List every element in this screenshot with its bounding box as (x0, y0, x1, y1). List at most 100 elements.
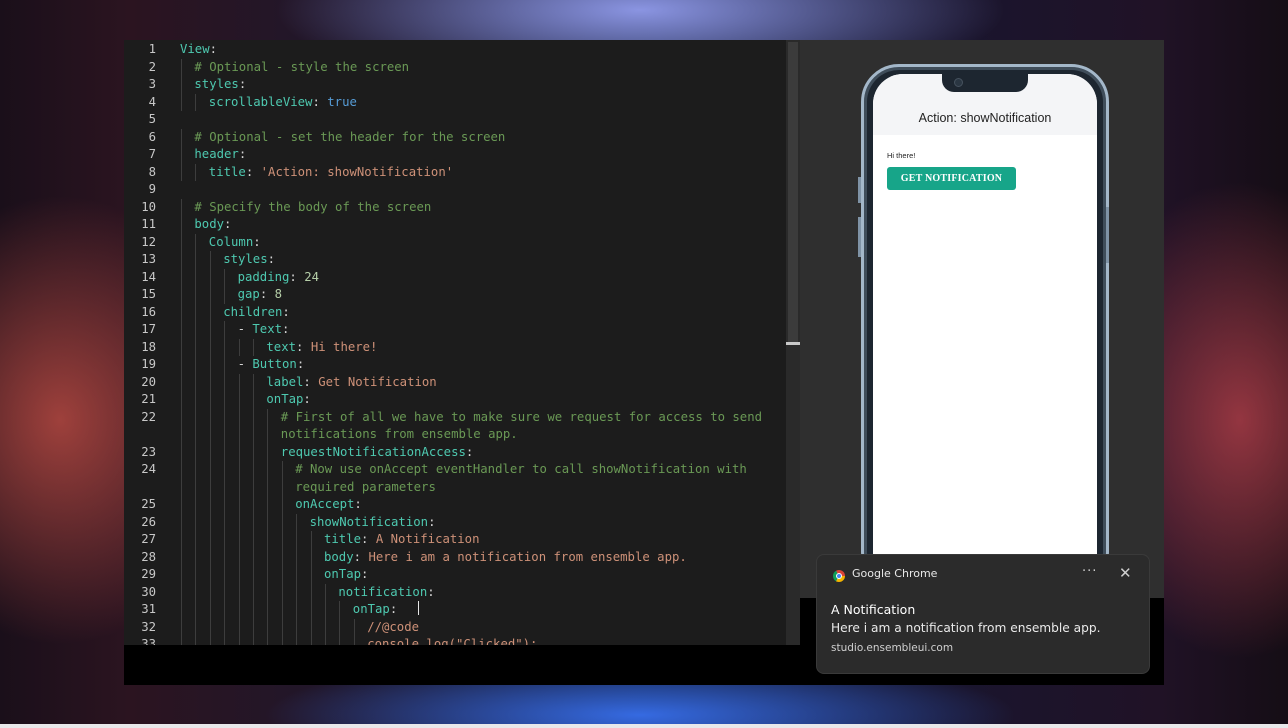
code-line[interactable]: 9 (124, 181, 786, 199)
code-line[interactable]: 22 # First of all we have to make sure we… (124, 408, 786, 427)
scrollbar-position-marker (786, 342, 800, 345)
code-token: : (259, 287, 275, 301)
indent-guide (195, 321, 197, 339)
code-line[interactable]: required parameters (124, 478, 786, 496)
code-line[interactable]: 27 title: A Notification (124, 531, 786, 549)
indent-guide (253, 391, 254, 409)
notification-app-name: Google Chrome (852, 567, 938, 580)
indent-guide (224, 268, 226, 286)
code-token: : (282, 304, 290, 319)
code-line[interactable]: 6 # Optional - set the header for the scr… (124, 128, 786, 146)
code-token: 24 (304, 269, 320, 284)
indent-guide (296, 548, 298, 566)
code-line[interactable]: 18 text: Hi there! (124, 338, 786, 356)
code-line[interactable]: 29 onTap: (124, 566, 786, 584)
code-token: : (303, 392, 311, 406)
code-token: : (296, 339, 311, 354)
code-token: : (224, 217, 232, 231)
code-text: notifications from ensemble app. (281, 426, 518, 444)
code-line[interactable]: 17 - Text: (124, 321, 786, 339)
code-line[interactable]: 11 body: (124, 216, 786, 234)
indent-guide (224, 618, 226, 636)
line-number: 1 (148, 42, 156, 56)
code-token: : (282, 322, 290, 336)
indent-guide (238, 531, 240, 549)
code-line[interactable]: 5 (124, 111, 786, 129)
code-token: : (289, 269, 305, 284)
code-line[interactable]: 19 - Button: (124, 356, 786, 374)
indent-guide (209, 636, 211, 645)
code-line[interactable]: 12 Column: (124, 233, 786, 251)
indent-guide (238, 443, 240, 461)
code-line[interactable]: 14 padding: 24 (124, 268, 786, 286)
code-line[interactable]: 15 gap: 8 (124, 286, 786, 304)
code-line[interactable]: 2 # Optional - style the screen (124, 58, 786, 76)
code-text: # First of all we have to make sure we r… (281, 409, 762, 427)
text-cursor (418, 601, 420, 615)
code-text: console.log("Clicked"); (367, 636, 537, 645)
code-line[interactable]: 23 requestNotificationAccess: (124, 443, 786, 461)
code-line[interactable]: 7 header: (124, 146, 786, 164)
indent-guide (296, 601, 298, 619)
code-token: Column (208, 234, 254, 249)
more-options-icon[interactable]: ··· (1082, 564, 1097, 579)
indent-guide (195, 618, 197, 636)
code-line[interactable]: 3 styles: (124, 76, 786, 94)
indent-guide (267, 408, 269, 426)
code-token: //@code (367, 619, 420, 634)
line-number: 13 (141, 252, 156, 266)
code-line[interactable]: notifications from ensemble app. (124, 426, 786, 444)
code-editor[interactable]: 1 View: 2 # Optional - style the screen 3 sty… (124, 40, 800, 645)
code-line[interactable]: 25 onAccept: (124, 496, 786, 514)
line-number: 33 (141, 637, 156, 645)
indent-guide (267, 531, 269, 549)
code-line[interactable]: 4 scrollableView: true (124, 93, 786, 111)
code-line[interactable]: 1 View: (124, 41, 786, 59)
code-line[interactable]: 13 styles: (124, 251, 786, 269)
code-token: Text (252, 322, 283, 336)
code-token: Hi there! (310, 339, 378, 354)
indent-guide (209, 566, 211, 584)
scrollbar-thumb[interactable] (788, 42, 798, 342)
code-line[interactable]: 20 label: Get Notification (124, 373, 786, 391)
code-token: : (238, 147, 247, 161)
notification-toast[interactable]: Google Chrome ··· ✕ A Notification Here … (816, 554, 1150, 674)
indent-guide (181, 373, 182, 391)
code-line[interactable]: 32 //@code (124, 618, 786, 636)
code-line[interactable]: 24 # Now use onAccept eventHandler to cal… (124, 461, 786, 479)
indent-guide (281, 478, 283, 496)
indent-guide (209, 478, 211, 496)
indent-guide (209, 373, 211, 391)
editor-scrollbar[interactable] (786, 40, 800, 645)
line-number: 14 (141, 269, 156, 284)
indent-guide (253, 618, 254, 636)
indent-guide (195, 251, 197, 269)
code-text: showNotification: (310, 514, 436, 532)
code-text: - Button: (238, 356, 305, 374)
code-line[interactable]: 31 onTap: (124, 601, 786, 619)
code-line[interactable]: 8 title: 'Action: showNotification' (124, 163, 786, 181)
indent-guide (209, 286, 211, 304)
code-line[interactable]: 33 console.log("Clicked"); (124, 636, 786, 645)
indent-guide (238, 636, 240, 645)
line-number: 28 (141, 549, 156, 564)
indent-guide (195, 93, 197, 111)
code-line[interactable]: 10 # Specify the body of the screen (124, 198, 786, 216)
indent-guide (310, 566, 312, 584)
indent-guide (267, 618, 269, 636)
code-line[interactable]: 30 notification: (124, 583, 786, 601)
code-line[interactable]: 16 children: (124, 303, 786, 321)
code-line[interactable]: 21 onTap: (124, 391, 786, 409)
code-text: title: A Notification (324, 531, 480, 549)
code-line[interactable]: 28 body: Here i am a notification from en… (124, 548, 786, 566)
indent-guide (325, 583, 326, 601)
code-token: 'Action: showNotification' (260, 164, 454, 179)
code-line[interactable]: 26 showNotification: (124, 513, 786, 532)
code-text: body: (194, 216, 231, 234)
code-token: : (428, 514, 436, 529)
code-token: Here i am a notification from ensemble a… (368, 549, 687, 564)
close-icon[interactable]: ✕ (1119, 564, 1132, 582)
get-notification-button[interactable]: GET NOTIFICATION (887, 167, 1016, 190)
notification-site: studio.ensembleui.com (831, 642, 954, 654)
indent-guide (281, 513, 283, 531)
